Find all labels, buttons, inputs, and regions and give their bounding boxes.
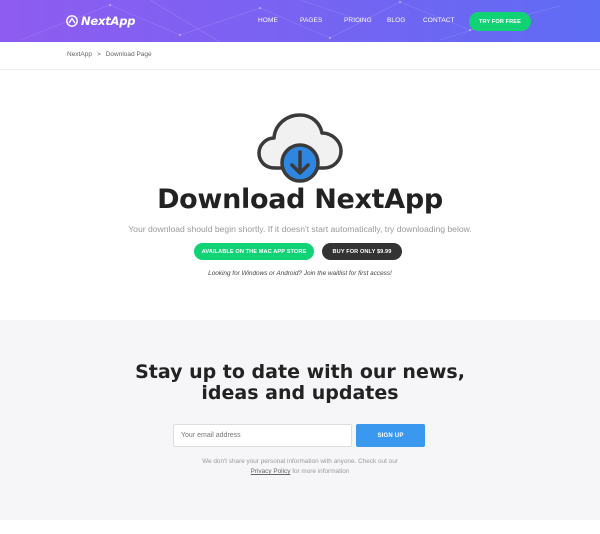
newsletter-title-line1: Stay up to date with our news, bbox=[135, 361, 465, 383]
nav-pricing[interactable]: PRICING bbox=[344, 17, 372, 24]
page-title: Download NextApp bbox=[157, 184, 443, 215]
logo-text: NextApp bbox=[81, 14, 136, 28]
cloud-download-icon bbox=[257, 113, 343, 183]
try-for-free-button[interactable]: TRY FOR FREE bbox=[469, 12, 531, 31]
email-input[interactable]: Your email address bbox=[173, 424, 352, 447]
privacy-note-suffix: for more information bbox=[292, 468, 350, 475]
newsletter-title: Stay up to date with our news, ideas and… bbox=[0, 362, 600, 404]
nav-blog[interactable]: BLOG bbox=[387, 17, 405, 24]
breadcrumb-divider bbox=[0, 69, 600, 70]
buy-button[interactable]: BUY FOR ONLY $9.99 bbox=[322, 243, 402, 260]
privacy-policy-link[interactable]: Privacy Policy bbox=[251, 468, 291, 475]
mac-app-store-button[interactable]: AVAILABLE ON THE MAC APP STORE bbox=[194, 243, 314, 260]
breadcrumb-separator: > bbox=[96, 51, 101, 58]
nav-home[interactable]: HOME bbox=[258, 17, 278, 24]
nav-pages[interactable]: PAGES bbox=[300, 17, 322, 24]
email-placeholder: Your email address bbox=[181, 432, 241, 439]
logo-icon bbox=[66, 15, 78, 27]
nav-contact[interactable]: CONTACT bbox=[423, 17, 455, 24]
privacy-note-line1: We don't share your personal information… bbox=[202, 458, 398, 465]
site-header: NextApp HOME PAGES PRICING BLOG CONTACT … bbox=[0, 0, 600, 42]
download-subtitle: Your download should begin shortly. If i… bbox=[128, 224, 472, 234]
breadcrumb: NextApp > Download Page bbox=[67, 51, 152, 58]
newsletter-section: Stay up to date with our news, ideas and… bbox=[0, 320, 600, 520]
privacy-note: We don't share your personal information… bbox=[0, 457, 600, 477]
breadcrumb-current: Download Page bbox=[105, 51, 152, 58]
waitlist-note: Looking for Windows or Android? Join the… bbox=[208, 270, 392, 277]
sign-up-button[interactable]: SIGN UP bbox=[356, 424, 425, 447]
breadcrumb-root[interactable]: NextApp bbox=[67, 51, 92, 58]
newsletter-title-line2: ideas and updates bbox=[201, 382, 399, 404]
logo[interactable]: NextApp bbox=[66, 14, 136, 28]
